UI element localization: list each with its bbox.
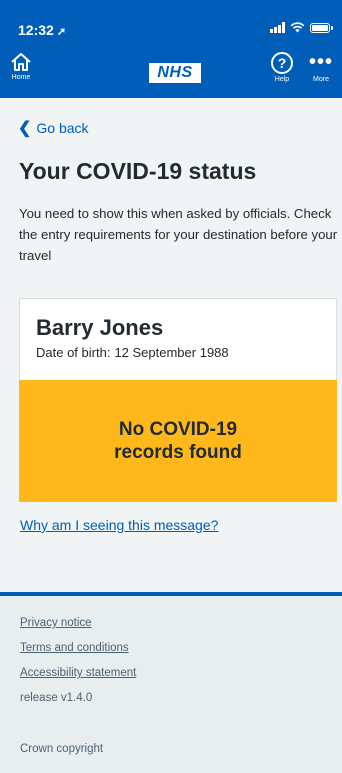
location-arrow-icon: ➚: [56, 26, 67, 38]
go-back-label: Go back: [36, 120, 89, 136]
page-title: Your COVID-19 status: [19, 158, 257, 184]
why-seeing-message-link[interactable]: Why am I seeing this message?: [20, 517, 218, 533]
help-label: Help: [274, 76, 290, 83]
status-bar: 12:32 ➚: [0, 0, 342, 46]
home-icon: [11, 53, 31, 71]
nhs-logo: NHS: [149, 63, 201, 83]
intro-text: You need to show this when asked by offi…: [19, 206, 338, 263]
help-icon: ?: [271, 52, 293, 74]
wifi-icon: [290, 22, 305, 33]
help-nav-button[interactable]: ? Help: [271, 52, 293, 83]
footer: Privacy notice Terms and conditions Acce…: [0, 592, 342, 773]
signal-icon: [270, 22, 285, 33]
dob-value: 12 September 1988: [114, 345, 229, 360]
accessibility-link[interactable]: Accessibility statement: [20, 667, 136, 679]
clock-text: 12:32: [18, 22, 54, 38]
patient-name: Barry Jones: [36, 315, 164, 340]
status-time: 12:32 ➚: [18, 22, 66, 38]
more-icon: •••: [309, 51, 334, 73]
go-back-link[interactable]: ❮ Go back: [18, 118, 89, 138]
status-panel: No COVID-19 records found: [19, 380, 337, 502]
terms-link[interactable]: Terms and conditions: [20, 642, 129, 654]
date-of-birth: Date of birth: 12 September 1988: [36, 345, 336, 360]
release-version: release v1.4.0: [20, 692, 93, 704]
card-header: Barry Jones Date of birth: 12 September 1…: [19, 298, 337, 380]
home-label: Home: [11, 74, 31, 81]
covid-status-card: Barry Jones Date of birth: 12 September 1…: [19, 298, 337, 502]
status-line-1: No COVID-19: [118, 419, 238, 440]
more-label: More: [313, 76, 329, 83]
battery-icon: [310, 22, 333, 33]
crown-copyright: Crown copyright: [20, 743, 104, 755]
app-header: Home NHS ? Help ••• More: [0, 46, 342, 98]
home-nav-button[interactable]: Home: [10, 52, 32, 81]
more-nav-button[interactable]: ••• More: [309, 52, 333, 83]
chevron-left-icon: ❮: [18, 120, 32, 137]
privacy-notice-link[interactable]: Privacy notice: [20, 617, 92, 629]
dob-label: Date of birth:: [36, 345, 111, 360]
system-icons: [270, 22, 333, 33]
status-line-2: records found: [114, 442, 242, 463]
